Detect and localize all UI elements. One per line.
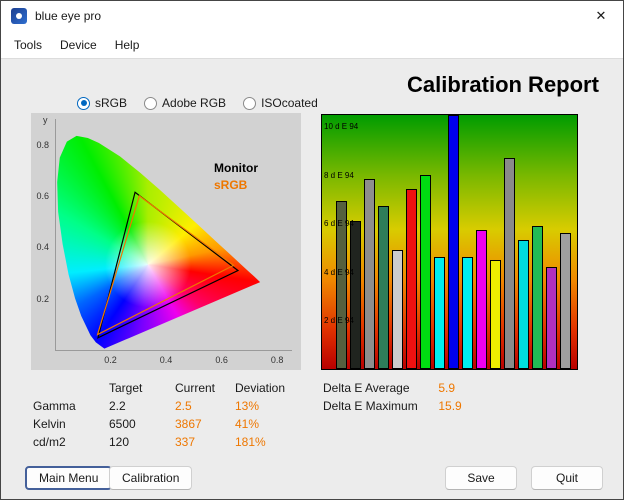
radio-label: sRGB xyxy=(95,96,127,110)
y-tick-label: 0.2 xyxy=(36,294,49,304)
measurement-current: 3867 xyxy=(175,417,235,431)
legend-monitor: Monitor xyxy=(214,161,258,175)
delta-e-summary: Delta E Average 5.9 Delta E Maximum 15.9 xyxy=(323,381,462,417)
x-tick-label: 0.6 xyxy=(215,355,228,365)
measurement-label: cd/m2 xyxy=(33,435,109,449)
y-tick-label: 0.6 xyxy=(36,191,49,201)
app-icon xyxy=(11,8,27,24)
radio-label: ISOcoated xyxy=(261,96,318,110)
page-title: Calibration Report xyxy=(389,72,617,98)
measurement-label: Gamma xyxy=(33,399,109,413)
y-tick-label: 0.8 xyxy=(36,140,49,150)
save-button[interactable]: Save xyxy=(445,466,517,490)
content-area: Calibration Report sRGB Adobe RGB ISOcoate… xyxy=(1,59,623,499)
delta-e-maximum-label: Delta E Maximum xyxy=(323,399,435,413)
close-button[interactable]: ✕ xyxy=(579,1,623,31)
delta-e-average-label: Delta E Average xyxy=(323,381,435,395)
radio-icon xyxy=(243,97,256,110)
delta-e-ytick-label: 10 d E 94 xyxy=(324,122,358,131)
chromaticity-diagram: y 0.20.40.60.8 0.20.40.60.8 Monitor sRGB xyxy=(31,113,301,370)
measurement-label: Kelvin xyxy=(33,417,109,431)
radio-adobe-rgb[interactable]: Adobe RGB xyxy=(144,96,226,110)
delta-e-ytick-label: 6 d E 94 xyxy=(324,219,354,228)
window-title: blue eye pro xyxy=(35,9,579,23)
title-bar: blue eye pro ✕ xyxy=(1,1,623,31)
radio-icon xyxy=(144,97,157,110)
delta-e-chart: 10 d E 94 8 d E 94 6 d E 94 4 d E 94 2 d E 9… xyxy=(321,114,578,370)
gamut-triangles xyxy=(56,119,292,350)
delta-e-ytick-label: 4 d E 94 xyxy=(324,268,354,277)
colorspace-options: sRGB Adobe RGB ISOcoated xyxy=(77,96,318,110)
app-window: blue eye pro ✕ ToolsDeviceHelp Calibrati… xyxy=(0,0,624,500)
menu-item-tools[interactable]: Tools xyxy=(5,34,51,56)
x-tick-label: 0.4 xyxy=(160,355,173,365)
x-axis-ticks: 0.2 0.4 0.6 0.8 xyxy=(55,355,291,365)
measurements-header xyxy=(33,381,109,395)
measurement-target: 6500 xyxy=(109,417,175,431)
measurements-header: Deviation xyxy=(235,381,309,395)
calibration-button[interactable]: Calibration xyxy=(109,466,192,490)
menu-item-help[interactable]: Help xyxy=(106,34,149,56)
measurement-deviation: 41% xyxy=(235,417,309,431)
gamut-triangle-srgb xyxy=(98,196,234,335)
x-tick-label: 0.8 xyxy=(271,355,284,365)
legend-srgb: sRGB xyxy=(214,178,247,192)
measurement-target: 120 xyxy=(109,435,175,449)
radio-icon xyxy=(77,97,90,110)
delta-e-maximum-row: Delta E Maximum 15.9 xyxy=(323,399,462,413)
measurements-header: Current xyxy=(175,381,235,395)
delta-e-average-row: Delta E Average 5.9 xyxy=(323,381,462,395)
measurements-table: TargetCurrentDeviation Gamma2.22.513% Kelv… xyxy=(33,381,309,449)
menu-bar: ToolsDeviceHelp xyxy=(1,31,623,59)
measurement-current: 2.5 xyxy=(175,399,235,413)
measurement-deviation: 181% xyxy=(235,435,309,449)
measurement-current: 337 xyxy=(175,435,235,449)
main-menu-button[interactable]: Main Menu xyxy=(25,466,112,490)
chromaticity-plot xyxy=(55,119,292,351)
delta-e-average-value: 5.9 xyxy=(438,381,455,395)
measurement-target: 2.2 xyxy=(109,399,175,413)
x-tick-label: 0.2 xyxy=(104,355,117,365)
delta-e-ytick-label: 8 d E 94 xyxy=(324,170,354,179)
radio-srgb[interactable]: sRGB xyxy=(77,96,127,110)
measurement-deviation: 13% xyxy=(235,399,309,413)
radio-label: Adobe RGB xyxy=(162,96,226,110)
measurements-header: Target xyxy=(109,381,175,395)
y-axis-ticks: 0.2 0.4 0.6 0.8 xyxy=(31,119,52,350)
delta-e-axis-labels: 10 d E 94 8 d E 94 6 d E 94 4 d E 94 2 d E 9… xyxy=(322,115,577,369)
radio-isocoated[interactable]: ISOcoated xyxy=(243,96,318,110)
quit-button[interactable]: Quit xyxy=(531,466,603,490)
y-tick-label: 0.4 xyxy=(36,242,49,252)
delta-e-maximum-value: 15.9 xyxy=(438,399,461,413)
menu-item-device[interactable]: Device xyxy=(51,34,106,56)
delta-e-ytick-label: 2 d E 94 xyxy=(324,316,354,325)
